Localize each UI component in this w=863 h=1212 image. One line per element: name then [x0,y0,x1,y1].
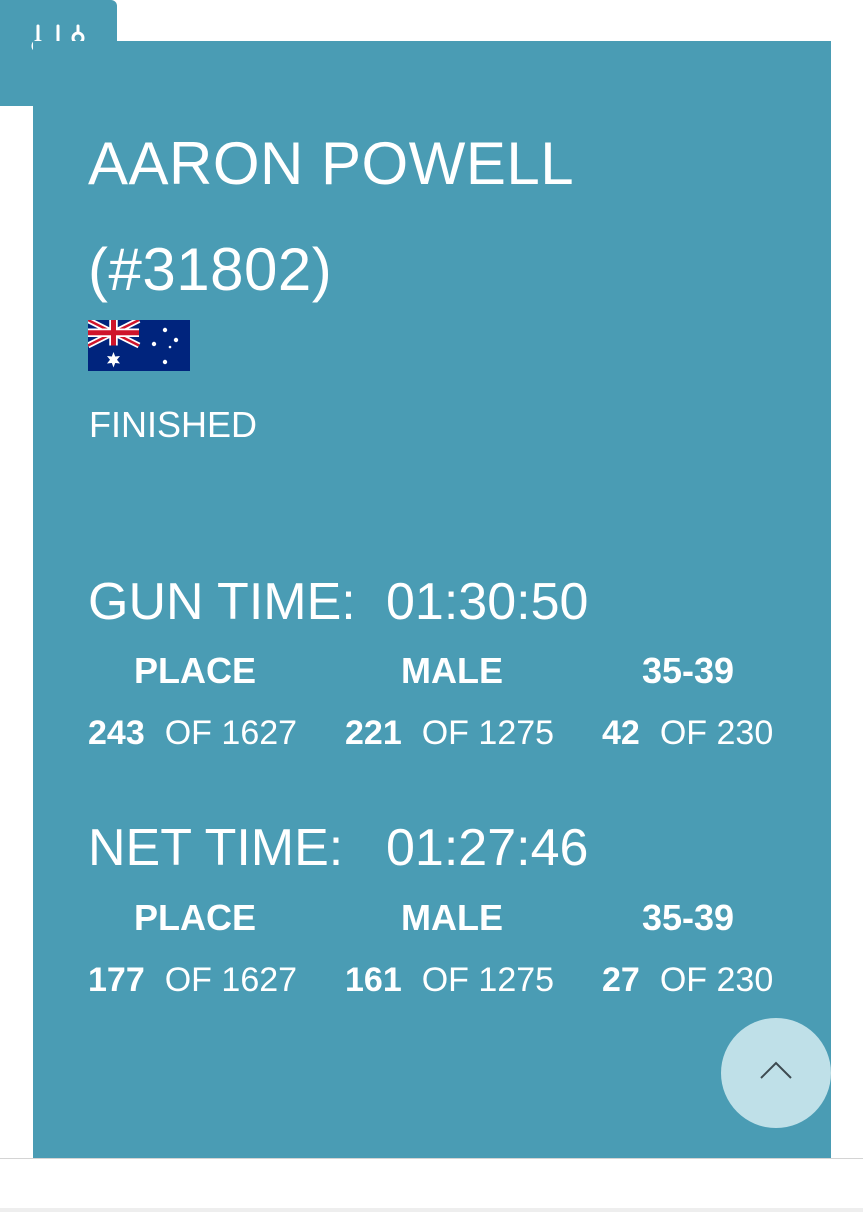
of-label: OF [164,714,212,752]
gun-time-row: GUN TIME: 01:30:50 [88,572,588,632]
total-value: 230 [716,714,774,752]
chevron-up-icon [760,1061,792,1079]
rank-value: 243 [88,714,145,752]
header-age-group: 35-39 [641,650,735,691]
bib-number: (#31802) [88,236,333,303]
total-value: 1275 [478,961,555,999]
race-status: FINISHED [89,404,258,445]
header-gender: MALE [401,897,503,938]
rank-value: 161 [345,961,402,999]
total-value: 1275 [478,714,555,752]
of-label: OF [421,714,469,752]
rank-value: 27 [602,961,640,999]
gun-place-result: 243 OF 1627 [88,709,297,757]
header-place: PLACE [133,650,256,691]
net-gender-result: 161 OF 1275 [345,956,554,1004]
runner-name: AARON POWELL [88,130,575,197]
scroll-to-top-button[interactable] [721,1018,831,1128]
total-value: 1627 [221,714,298,752]
gun-time-label: GUN TIME: [88,573,356,631]
net-place-result: 177 OF 1627 [88,956,297,1004]
rank-value: 221 [345,714,402,752]
rank-value: 42 [602,714,640,752]
net-age-group-result: 27 OF 230 [602,956,773,1004]
total-value: 230 [716,961,774,999]
rank-value: 177 [88,961,145,999]
gun-time-value: 01:30:50 [386,573,589,631]
net-time-results: 177 OF 1627 161 OF 1275 27 OF 230 [33,956,831,1004]
net-time-row: NET TIME: 01:27:46 [88,818,588,878]
net-time-headers: PLACE MALE 35-39 [33,894,831,942]
net-time-value: 01:27:46 [386,819,589,877]
australia-flag [88,320,190,371]
total-value: 1627 [221,961,298,999]
gun-time-headers: PLACE MALE 35-39 [33,647,831,695]
net-time-label: NET TIME: [88,819,344,877]
header-age-group: 35-39 [641,897,735,938]
of-label: OF [659,961,708,999]
of-label: OF [659,714,708,752]
header-place: PLACE [133,897,256,938]
runner-name-heading: AARON POWELL (#31802) [88,111,788,323]
gun-gender-result: 221 OF 1275 [345,709,554,757]
gun-age-group-result: 42 OF 230 [602,709,773,757]
of-label: OF [164,961,212,999]
footer-divider [0,1158,863,1159]
bottom-bar [0,1208,863,1212]
header-gender: MALE [401,650,503,691]
of-label: OF [421,961,469,999]
gun-time-results: 243 OF 1627 221 OF 1275 42 OF 230 [33,709,831,757]
runner-result-card: AARON POWELL (#31802) FINISHED GUN TIME:… [33,41,831,1158]
